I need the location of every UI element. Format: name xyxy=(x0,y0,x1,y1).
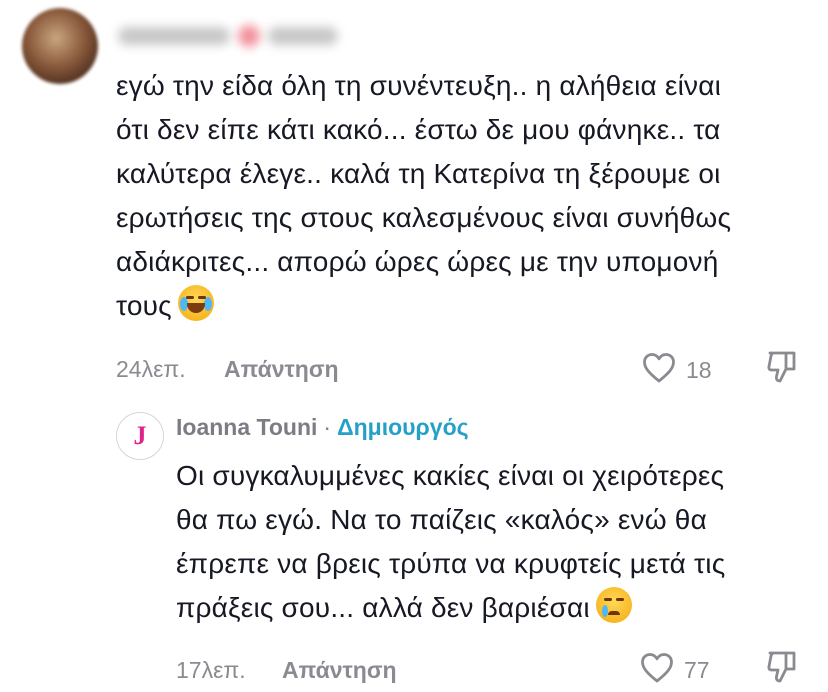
blurred-name-part xyxy=(118,27,230,45)
comment-like-count: 18 xyxy=(686,357,712,383)
reply-like-button[interactable] xyxy=(640,652,674,689)
dislike-icon xyxy=(767,651,796,683)
comment-text: εγώ την είδα όλη τη συνέντευξη.. η αλήθε… xyxy=(116,70,732,321)
comment-time: 24λεπ. xyxy=(116,356,186,382)
heart-emoji-blurred xyxy=(238,25,260,47)
comment-like-button[interactable] xyxy=(642,352,676,389)
reply-time: 17λεπ. xyxy=(176,657,246,683)
reply-avatar[interactable]: J xyxy=(116,412,164,460)
heart-outline-icon xyxy=(643,353,675,383)
dislike-icon xyxy=(767,351,796,383)
comment-dislike-button[interactable] xyxy=(766,350,798,389)
reply-reply-button[interactable]: Απάντηση xyxy=(282,657,397,684)
reply-header: Ioanna Touni · Δημιουργός xyxy=(176,414,469,441)
reply-body: Οι συγκαλυμμένες κακίες είναι οι χειρότε… xyxy=(176,454,816,630)
blurred-name-part xyxy=(268,27,338,45)
reply-author-name[interactable]: Ioanna Touni xyxy=(176,414,317,441)
creator-badge: Δημιουργός xyxy=(337,414,469,440)
crying-face-icon xyxy=(595,587,632,623)
reply-dislike-button[interactable] xyxy=(766,650,798,689)
comment-reply-button[interactable]: Απάντηση xyxy=(224,356,339,383)
heart-outline-icon xyxy=(641,653,673,683)
reply-like-count: 77 xyxy=(684,657,710,683)
reply-text: Οι συγκαλυμμένες κακίες είναι οι χειρότε… xyxy=(176,460,726,623)
face-with-tears-of-joy-icon xyxy=(177,285,214,321)
reply-avatar-letter: J xyxy=(133,421,147,450)
commenter-avatar[interactable] xyxy=(22,8,98,84)
commenter-name-blurred[interactable] xyxy=(118,22,340,50)
comment-body: εγώ την είδα όλη τη συνέντευξη.. η αλήθε… xyxy=(116,64,806,328)
separator-dot: · xyxy=(323,414,332,440)
